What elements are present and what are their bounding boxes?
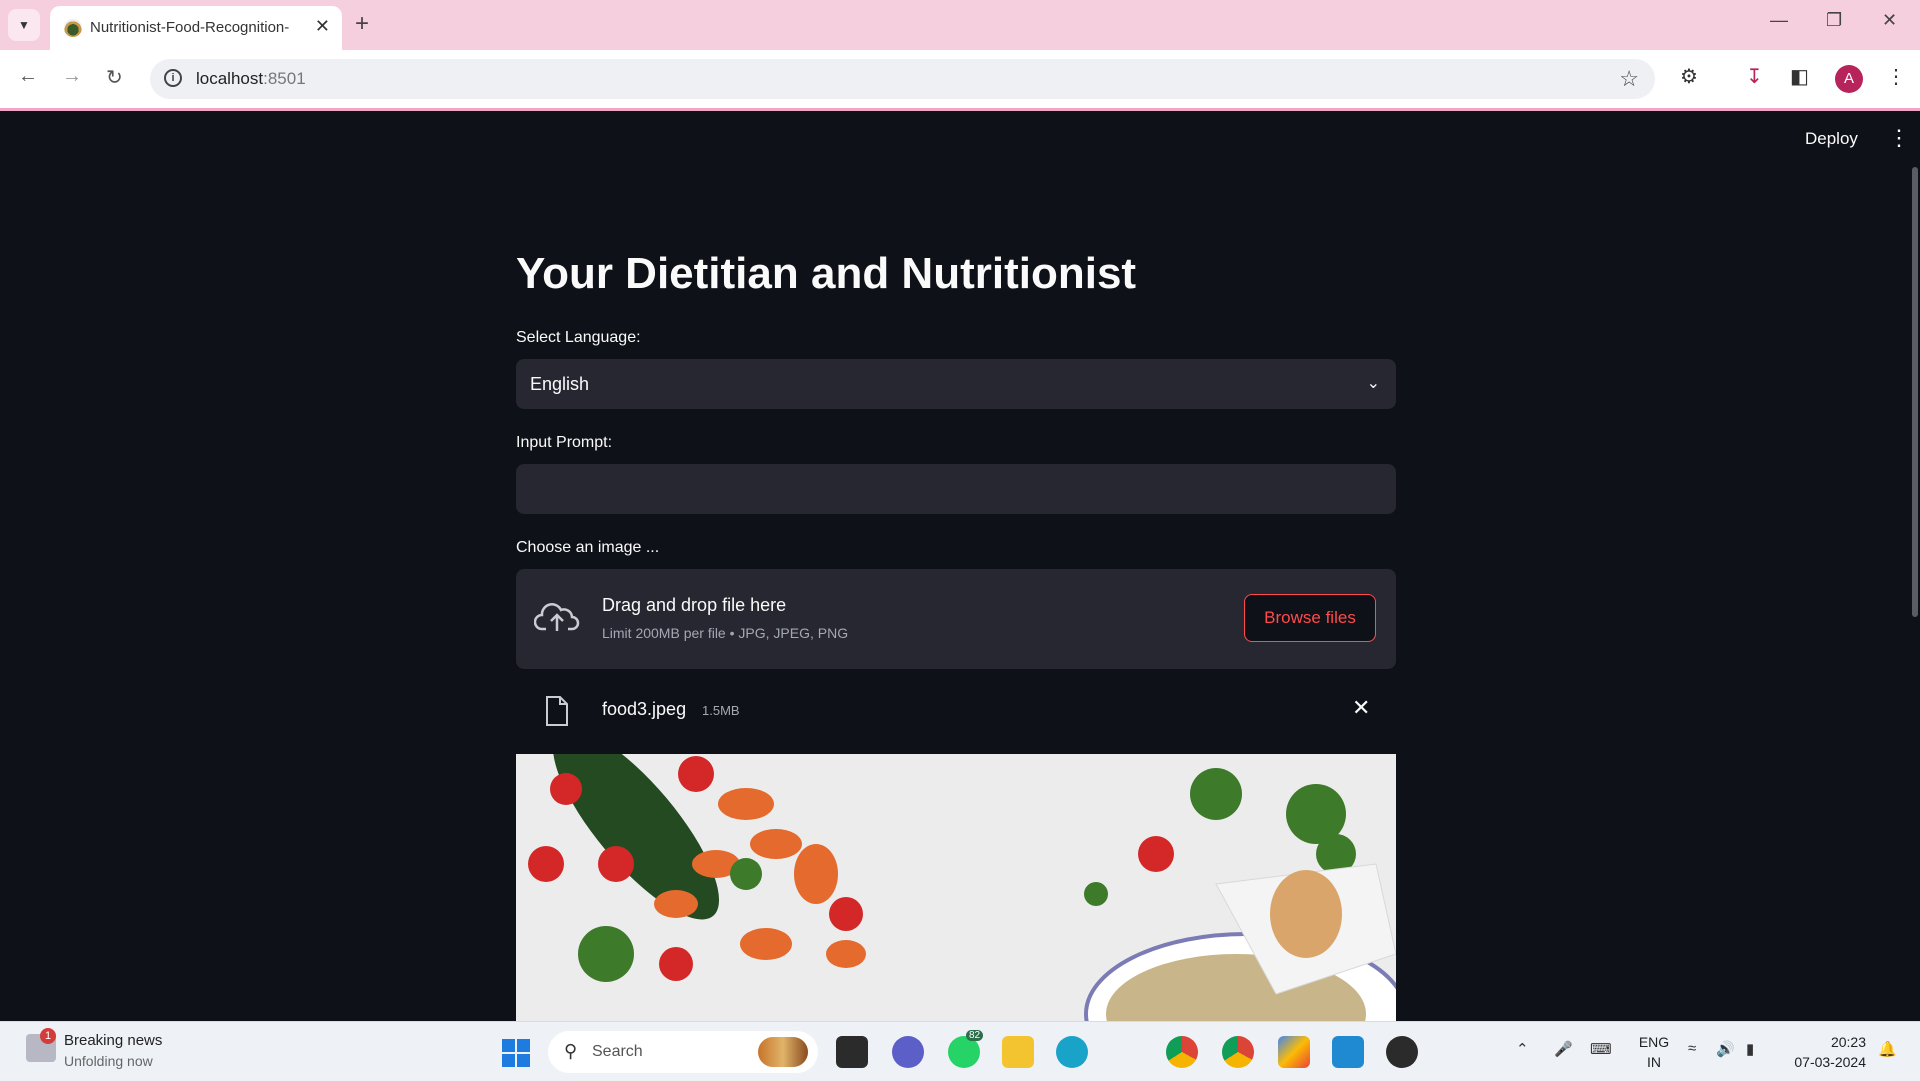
clock[interactable]: 20:23 07-03-2024 — [1786, 1032, 1866, 1072]
file-icon — [546, 696, 568, 726]
extensions-icon[interactable]: ⚙ — [1680, 64, 1698, 89]
chrome-icon[interactable] — [1166, 1036, 1198, 1068]
whatsapp-icon[interactable]: 82 — [948, 1030, 984, 1068]
task-view-icon[interactable] — [836, 1036, 868, 1068]
back-icon[interactable]: ← — [18, 65, 38, 88]
keyboard-icon[interactable]: ⌨ — [1590, 1040, 1612, 1058]
chevron-down-icon: ⌄ — [1366, 375, 1380, 392]
search-icon: ⚲ — [564, 1041, 578, 1061]
uploaded-file-name: food3.jpeg — [602, 699, 687, 719]
gemini-app-icon[interactable] — [1278, 1036, 1310, 1068]
reload-icon[interactable]: ↻ — [106, 65, 123, 90]
uploaded-food-image — [516, 754, 1396, 1021]
close-window-icon[interactable]: ✕ — [1882, 10, 1897, 31]
browser-tab[interactable]: Nutritionist-Food-Recognition- ✕ — [50, 6, 342, 50]
bookmark-star-icon[interactable]: ☆ — [1619, 66, 1639, 92]
news-title[interactable]: Breaking news — [64, 1032, 162, 1049]
uploaded-file-row: food3.jpeg 1.5MB ✕ — [516, 681, 1396, 741]
input-language[interactable]: ENG IN — [1636, 1032, 1672, 1072]
app-icon[interactable] — [1386, 1036, 1418, 1068]
teams-icon[interactable] — [892, 1036, 924, 1068]
close-tab-icon[interactable]: ✕ — [315, 16, 330, 37]
profile-avatar[interactable]: A — [1835, 65, 1863, 93]
forward-icon[interactable]: → — [62, 65, 82, 88]
os-taskbar: 1 Breaking news Unfolding now ⚲ Search 8… — [0, 1021, 1920, 1081]
restore-icon[interactable]: ❐ — [1826, 10, 1842, 31]
news-subtitle: Unfolding now — [64, 1053, 153, 1069]
browse-files-button[interactable]: Browse files — [1244, 594, 1376, 642]
language-label: Select Language: — [516, 329, 641, 346]
remove-file-icon[interactable]: ✕ — [1352, 695, 1370, 721]
download-icon[interactable]: ↧ — [1746, 64, 1763, 89]
battery-icon[interactable]: ▮ — [1746, 1040, 1754, 1058]
app-viewport: Deploy ⋮ Your Dietitian and Nutritionist… — [0, 111, 1920, 1021]
news-badge: 1 — [40, 1028, 56, 1044]
minimize-icon[interactable]: — — [1770, 10, 1788, 31]
file-dropzone[interactable]: Drag and drop file here Limit 200MB per … — [516, 569, 1396, 669]
language-select[interactable]: English ⌄ — [516, 359, 1396, 409]
search-highlight-image — [758, 1037, 808, 1067]
wifi-icon[interactable]: ≈ — [1688, 1040, 1696, 1057]
deploy-button[interactable]: Deploy — [1805, 129, 1858, 149]
browser-menu-icon[interactable]: ⋮ — [1886, 64, 1906, 89]
prompt-input[interactable] — [516, 464, 1396, 514]
side-panel-icon[interactable]: ◧ — [1790, 64, 1809, 89]
tab-title: Nutritionist-Food-Recognition- — [90, 19, 290, 36]
browser-tab-bar: ▼ Nutritionist-Food-Recognition- ✕ + — ❐… — [0, 0, 1920, 50]
language-selected-value: English — [530, 374, 590, 394]
dropzone-title: Drag and drop file here — [602, 595, 787, 615]
browser-toolbar: ← → ↻ i localhost:8501 ☆ ⚙ ↧ ◧ A ⋮ — [0, 50, 1920, 111]
cloud-upload-icon — [534, 603, 580, 631]
volume-icon[interactable]: 🔊 — [1716, 1040, 1735, 1058]
show-hidden-icons[interactable]: ⌃ — [1516, 1040, 1529, 1058]
search-label: Search — [592, 1043, 643, 1060]
site-info-icon[interactable]: i — [164, 69, 182, 87]
uploaded-file-size: 1.5MB — [702, 703, 740, 718]
url-text: localhost:8501 — [196, 69, 306, 88]
dropzone-limit-text: Limit 200MB per file • JPG, JPEG, PNG — [602, 625, 849, 641]
app-menu-icon[interactable]: ⋮ — [1888, 125, 1910, 151]
image-label: Choose an image ... — [516, 539, 660, 556]
prompt-label: Input Prompt: — [516, 434, 613, 451]
favicon-icon — [64, 19, 82, 37]
taskbar-search[interactable]: ⚲ Search — [548, 1031, 818, 1073]
edge-icon[interactable] — [1056, 1036, 1088, 1068]
address-bar[interactable]: i localhost:8501 ☆ — [150, 59, 1655, 99]
scrollbar[interactable] — [1912, 167, 1918, 617]
microphone-icon[interactable]: 🎤 — [1554, 1040, 1573, 1058]
new-tab-icon[interactable]: + — [355, 10, 369, 38]
page-title: Your Dietitian and Nutritionist — [516, 249, 1137, 298]
vscode-icon[interactable] — [1332, 1036, 1364, 1068]
tab-search-button[interactable]: ▼ — [8, 9, 40, 41]
chrome-profile-icon[interactable] — [1222, 1036, 1254, 1068]
chevron-down-icon: ▼ — [18, 18, 30, 32]
notifications-icon[interactable]: 🔔 — [1878, 1040, 1897, 1058]
file-explorer-icon[interactable] — [1002, 1036, 1034, 1068]
windows-start-icon[interactable] — [502, 1039, 530, 1067]
whatsapp-badge: 82 — [966, 1030, 984, 1041]
